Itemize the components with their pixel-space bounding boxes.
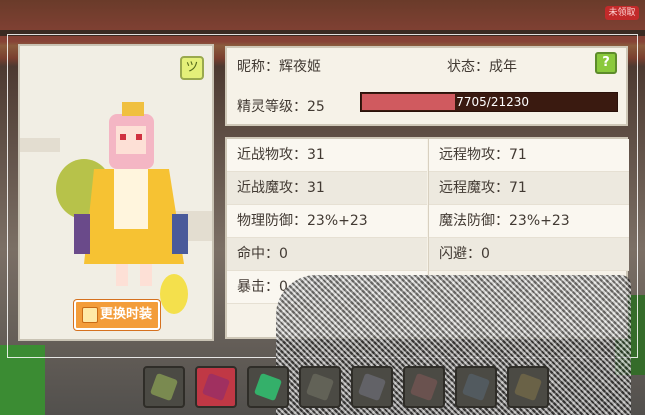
state-row: 状态：成年 [447, 56, 517, 76]
pet-preview-panel: ツ 更换时装 [18, 44, 214, 341]
stat-row: 远程魔攻：71 [429, 172, 629, 205]
stat-row: 魔法防御：23%+23 [429, 205, 629, 238]
nickname-row: 昵称：辉夜姬 [237, 56, 321, 76]
experience-bar: 7705/21230 [360, 92, 618, 112]
hotbar-slot[interactable] [351, 366, 393, 408]
stat-value: 23%+23 [509, 213, 570, 229]
change-outfit-button[interactable]: 更换时装 [74, 300, 160, 330]
experience-fill [362, 94, 455, 110]
hotbar-slot[interactable] [403, 366, 445, 408]
stat-value: 31 [307, 180, 325, 196]
emote-face-icon[interactable]: ツ [180, 56, 204, 80]
stat-value: 71 [509, 180, 527, 196]
star-icon [305, 372, 335, 402]
stat-label: 近战物攻： [237, 147, 307, 163]
pet-character-model [56, 102, 188, 314]
stat-label: 近战魔攻： [237, 180, 307, 196]
stat-row: 近战魔攻：31 [227, 172, 427, 205]
change-outfit-label: 更换时装 [99, 307, 152, 322]
hotbar-slot[interactable] [247, 366, 289, 408]
stat-label: 远程物攻： [439, 147, 509, 163]
help-button[interactable]: ? [595, 52, 617, 74]
arrow-icon [461, 372, 491, 402]
state-label: 状态： [447, 59, 489, 75]
outfit-icon [82, 307, 98, 323]
stat-label: 命中： [237, 246, 279, 262]
nickname-label: 昵称： [237, 59, 279, 75]
stat-value: 71 [509, 147, 527, 163]
stats-column-right: 远程物攻：71 远程魔攻：71 魔法防御：23%+23 闪避：0 [429, 139, 629, 271]
stat-label: 闪避： [439, 246, 481, 262]
unclaimed-button[interactable]: 未领取 [605, 6, 639, 20]
hotbar-slot[interactable] [507, 366, 549, 408]
stat-value: 31 [307, 147, 325, 163]
stat-row: 远程物攻：71 [429, 139, 629, 172]
stat-value: 0 [481, 246, 490, 262]
stat-value: 23%+23 [307, 213, 368, 229]
cloak-icon [201, 372, 231, 402]
stat-label: 暴击： [237, 279, 279, 295]
stat-row: 物理防御：23%+23 [227, 205, 427, 238]
level-value: 25 [307, 99, 325, 115]
gem-icon [253, 372, 283, 402]
stat-label: 远程魔攻： [439, 180, 509, 196]
hotbar-slot[interactable] [143, 366, 185, 408]
level-row: 精灵等级：25 [237, 96, 325, 116]
pet-basic-info: 昵称：辉夜姬 状态：成年 ? 精灵等级：25 7705/21230 [225, 46, 628, 126]
stat-row: 命中：0 [227, 238, 427, 271]
stat-label: 魔法防御： [439, 213, 509, 229]
hotbar-slot[interactable] [195, 366, 237, 408]
experience-text: 7705/21230 [456, 95, 529, 109]
block-icon [513, 372, 543, 402]
hotbar-slot[interactable] [299, 366, 341, 408]
bow-icon [409, 372, 439, 402]
state-value: 成年 [489, 59, 517, 75]
stat-row: 闪避：0 [429, 238, 629, 271]
level-label: 精灵等级： [237, 99, 307, 115]
hotbar-slot[interactable] [455, 366, 497, 408]
stat-row: 近战物攻：31 [227, 139, 427, 172]
armor-icon [357, 372, 387, 402]
stat-value: 0 [279, 246, 288, 262]
stat-label: 物理防御： [237, 213, 307, 229]
shield-icon [149, 372, 179, 402]
nickname-value: 辉夜姬 [279, 59, 321, 75]
